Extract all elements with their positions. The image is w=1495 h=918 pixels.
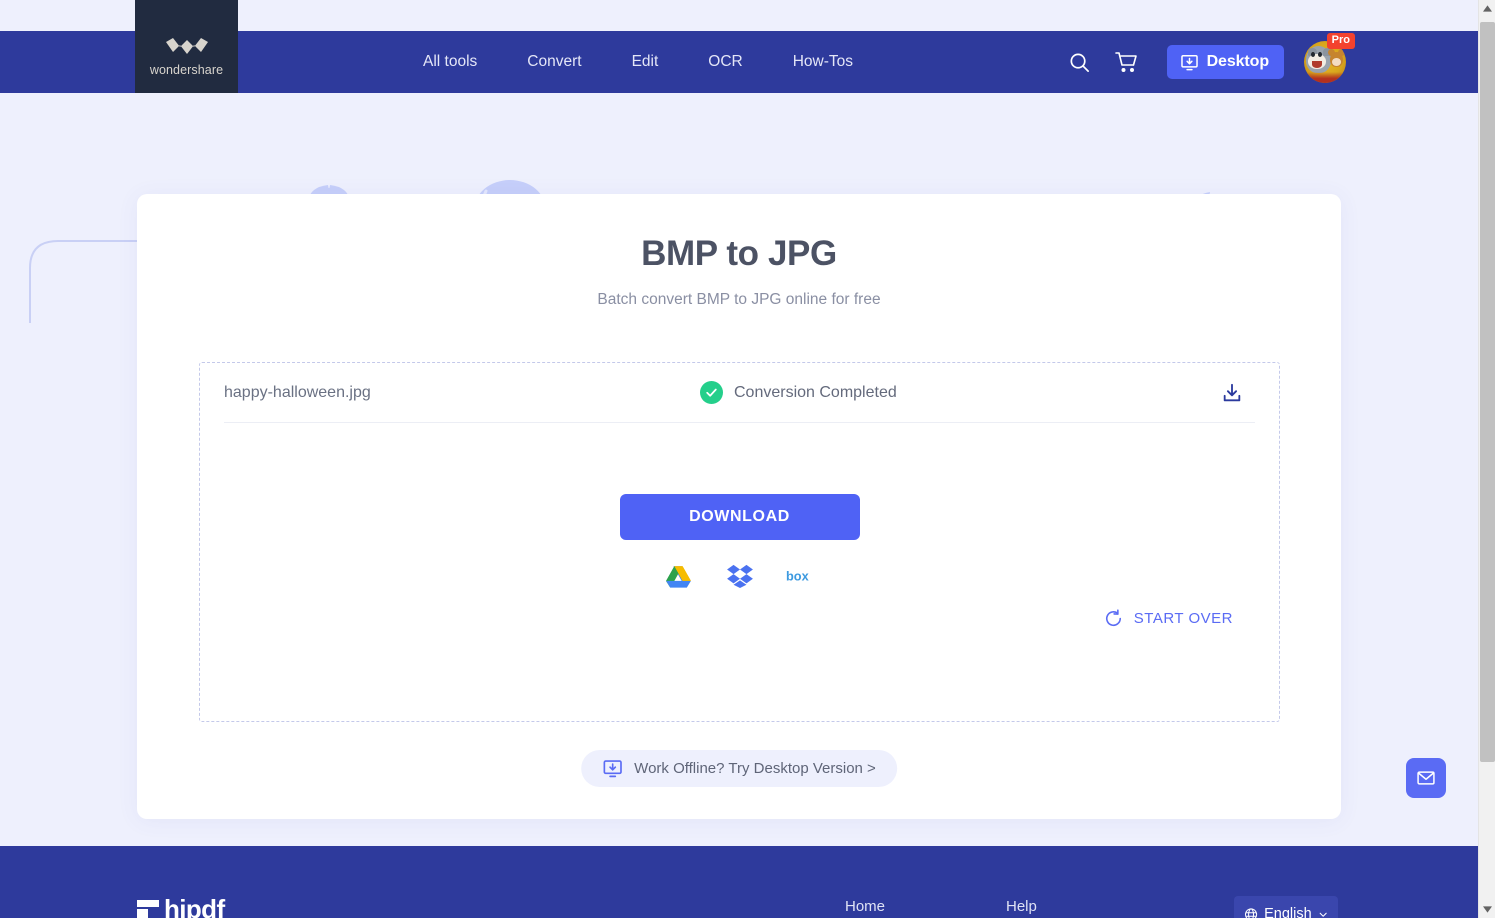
- file-row: happy-halloween.jpg Conversion Completed: [224, 363, 1255, 423]
- globe-icon: [1244, 907, 1258, 918]
- nav-right-actions: Desktop Pro: [1057, 31, 1355, 93]
- hipdf-logo-icon: [137, 900, 159, 918]
- scroll-up-arrow[interactable]: [1479, 0, 1495, 17]
- start-over-label: START OVER: [1133, 610, 1233, 627]
- footer-brand-label: hipdf: [164, 894, 225, 918]
- desktop-button-label: Desktop: [1206, 53, 1270, 70]
- nav-link-how-tos[interactable]: How-Tos: [768, 53, 878, 71]
- google-drive-icon[interactable]: [664, 561, 694, 591]
- monitor-download-icon: [1180, 54, 1198, 70]
- search-icon[interactable]: [1057, 39, 1103, 85]
- conversion-status: Conversion Completed: [700, 381, 897, 404]
- footer-brand[interactable]: hipdf: [137, 894, 225, 918]
- nav-links: All tools Convert Edit OCR How-Tos: [398, 31, 878, 93]
- mail-support-button[interactable]: [1406, 758, 1446, 798]
- nav-link-ocr[interactable]: OCR: [683, 53, 767, 71]
- language-selector[interactable]: English: [1234, 896, 1338, 918]
- chevron-down-icon: [1319, 912, 1327, 917]
- page-subtitle: Batch convert BMP to JPG online for free: [597, 291, 881, 308]
- dropbox-icon[interactable]: [725, 561, 755, 591]
- monitor-download-icon: [603, 760, 622, 778]
- browser-viewport: All tools Convert Edit OCR How-Tos Deskt…: [0, 0, 1495, 918]
- desktop-download-button[interactable]: Desktop: [1166, 45, 1284, 79]
- pro-badge: Pro: [1326, 33, 1355, 49]
- browser-scrollbar[interactable]: [1478, 0, 1495, 918]
- work-offline-banner[interactable]: Work Offline? Try Desktop Version >: [581, 750, 897, 787]
- check-circle-icon: [700, 381, 723, 404]
- svg-text:box: box: [786, 569, 809, 584]
- row-download-icon[interactable]: [1219, 380, 1245, 406]
- language-label: English: [1264, 906, 1312, 918]
- nav-link-all-tools[interactable]: All tools: [398, 53, 502, 71]
- wondershare-mark-icon: [165, 38, 208, 54]
- footer-link-help[interactable]: Help: [1006, 898, 1037, 915]
- envelope-icon: [1417, 771, 1435, 785]
- status-text: Conversion Completed: [734, 383, 897, 401]
- page-title: BMP to JPG: [641, 234, 837, 273]
- avatar-mouse: [1328, 49, 1345, 67]
- start-over-button[interactable]: START OVER: [1104, 609, 1233, 628]
- nav-link-edit[interactable]: Edit: [607, 53, 684, 71]
- footer-link-home[interactable]: Home: [845, 898, 885, 915]
- box-icon[interactable]: box: [786, 561, 816, 591]
- page-content: All tools Convert Edit OCR How-Tos Deskt…: [0, 0, 1478, 918]
- user-avatar[interactable]: Pro: [1304, 33, 1355, 83]
- wondershare-label: wondershare: [149, 63, 224, 77]
- file-name: happy-halloween.jpg: [224, 383, 371, 401]
- download-button[interactable]: DOWNLOAD: [619, 494, 860, 540]
- nav-link-convert[interactable]: Convert: [502, 53, 606, 71]
- conversion-result-panel: happy-halloween.jpg Conversion Completed: [199, 362, 1280, 722]
- scroll-down-arrow[interactable]: [1479, 901, 1495, 918]
- work-offline-label: Work Offline? Try Desktop Version >: [634, 760, 876, 777]
- tool-card: BMP to JPG Batch convert BMP to JPG onli…: [137, 194, 1341, 819]
- refresh-ccw-icon: [1105, 609, 1121, 627]
- scrollbar-thumb[interactable]: [1480, 22, 1495, 762]
- cart-icon[interactable]: [1103, 39, 1149, 85]
- wondershare-logo[interactable]: wondershare: [135, 0, 238, 93]
- cloud-save-options: box: [664, 561, 816, 591]
